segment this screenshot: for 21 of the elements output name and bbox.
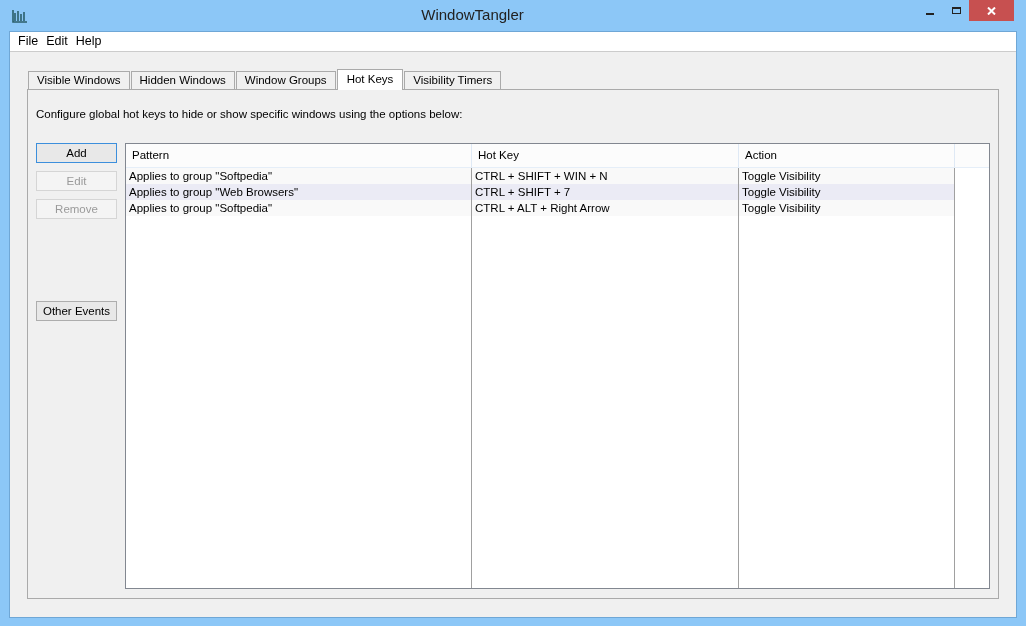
close-icon — [987, 6, 996, 15]
other-events-button[interactable]: Other Events — [36, 301, 117, 322]
tab[interactable]: Visibility Timers — [404, 71, 502, 89]
close-button[interactable] — [969, 0, 1014, 21]
table-row[interactable]: Applies to group "Softpedia" CTRL + SHIFT + WIN + N Toggle Visibility — [126, 168, 955, 185]
menu-item[interactable]: Edit — [43, 32, 71, 51]
table-cell: Applies to group "Softpedia" — [126, 200, 472, 217]
tab[interactable]: Window Groups — [235, 71, 336, 89]
table-row[interactable]: Applies to group "Web Browsers" CTRL + SHIFT + 7 Toggle Visibility — [126, 184, 955, 201]
window-title: WindowTangler — [421, 5, 524, 26]
table-cell: Toggle Visibility — [739, 200, 955, 217]
tab[interactable]: Hot Keys — [336, 69, 404, 90]
tab[interactable]: Hidden Windows — [130, 71, 235, 89]
app-icon — [12, 8, 28, 23]
table-cell: CTRL + ALT + Right Arrow — [472, 200, 739, 217]
description-text: Configure global hot keys to hide or show specific windows using the options below: — [36, 107, 464, 122]
menu-item[interactable]: Help — [72, 32, 105, 51]
table-row[interactable]: Applies to group "Softpedia" CTRL + ALT + Right Arrow Toggle Visibility — [126, 200, 955, 217]
menu-item[interactable]: File — [15, 32, 42, 51]
tab[interactable]: Visible Windows — [28, 71, 130, 89]
add-button[interactable]: Add — [36, 143, 117, 164]
